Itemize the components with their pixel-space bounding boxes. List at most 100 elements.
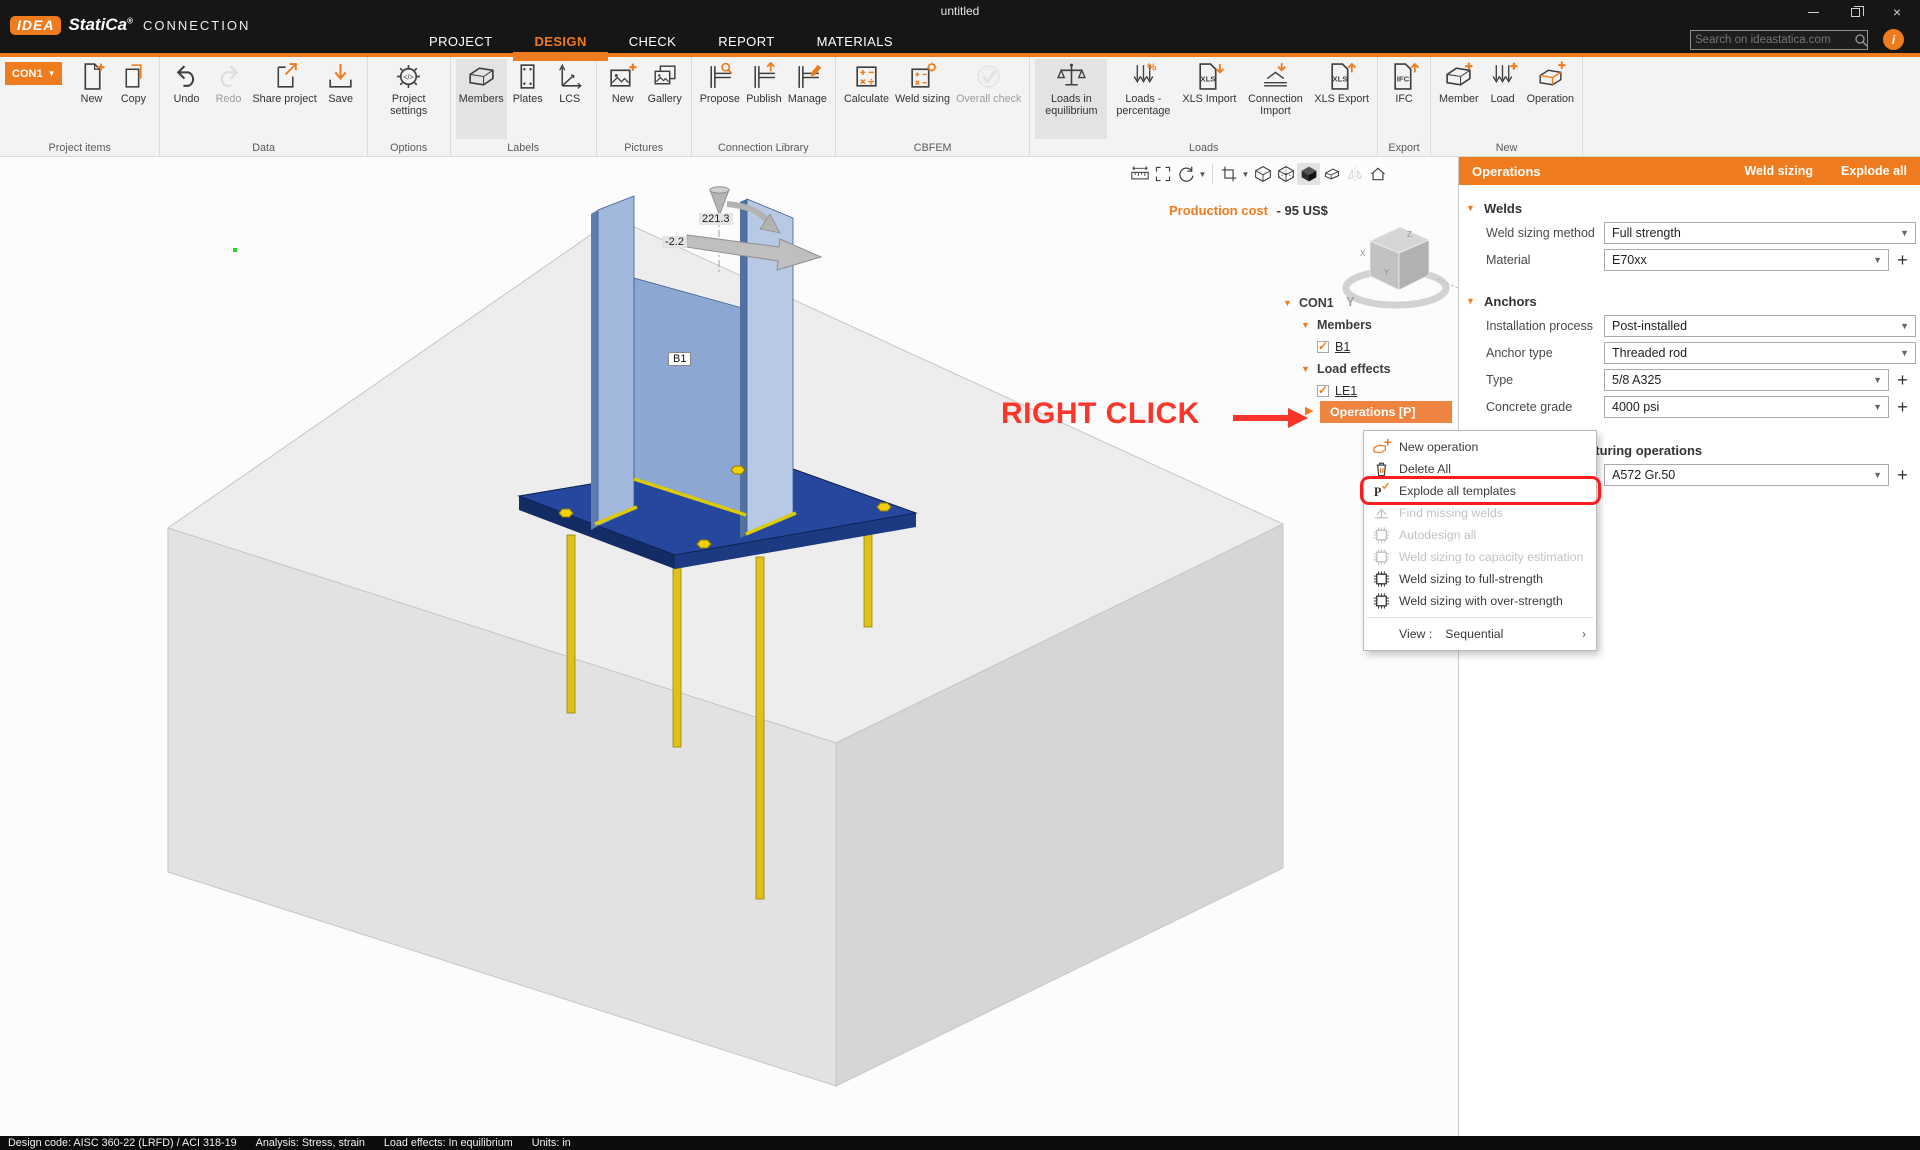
anchor-type-select[interactable]: Threaded rod▼ [1604, 342, 1916, 364]
menu-item-label: Find missing welds [1399, 506, 1503, 520]
calculate-button[interactable]: Calculate [841, 59, 892, 139]
crop-dropdown-icon[interactable]: ▼ [1240, 170, 1251, 179]
tab-design[interactable]: DESIGN [513, 26, 607, 57]
tree-node-load-effects[interactable]: ▼ Load effects [1301, 359, 1391, 379]
navigation-cube[interactable]: Z X Y Y [1346, 227, 1458, 309]
chevron-down-icon[interactable]: ▼ [1301, 320, 1317, 330]
explode-all-button[interactable]: Explode all [1841, 164, 1907, 178]
chevron-down-icon[interactable]: ▼ [1283, 298, 1299, 308]
clip-view-icon[interactable] [1320, 163, 1343, 185]
menu-item-view[interactable]: View : Sequential › [1364, 622, 1596, 646]
gallery-button[interactable]: Gallery [644, 59, 686, 139]
connection-import-button[interactable]: Connection Import [1239, 59, 1311, 139]
rotate-icon[interactable] [1174, 163, 1197, 185]
plates-button[interactable]: Plates [507, 59, 549, 139]
column-web[interactable] [634, 278, 746, 514]
tree-node-b1[interactable]: B1 [1317, 337, 1350, 357]
tree-le1-label[interactable]: LE1 [1335, 384, 1357, 398]
add-button[interactable]: + [1889, 249, 1916, 271]
rotate-dropdown-icon[interactable]: ▼ [1197, 170, 1208, 179]
weld-sizing-button[interactable]: Weld sizing [1744, 164, 1813, 178]
viewport-3d[interactable]: Z X Y Y ▼▼ Production cost - 95 US$ 221.… [0, 157, 1458, 1136]
close-button[interactable]: × [1876, 0, 1918, 24]
checkbox-checked-icon[interactable] [1317, 341, 1329, 353]
installation-process-select[interactable]: Post-installed▼ [1604, 315, 1916, 337]
weld-sizing-button[interactable]: Weld sizing [892, 59, 953, 139]
tree-load-effects-label[interactable]: Load effects [1317, 362, 1391, 376]
info-icon[interactable]: i [1883, 29, 1904, 50]
add-button[interactable]: + [1889, 369, 1916, 391]
new-button[interactable]: New [602, 59, 644, 139]
crop-icon[interactable] [1217, 163, 1240, 185]
menu-item-delete-all[interactable]: Delete All [1364, 458, 1596, 480]
ifc-button[interactable]: IFCIFC [1383, 59, 1425, 139]
model-3d-scene[interactable]: Z X Y Y [0, 157, 1458, 1136]
menu-item-new-operation[interactable]: New operation [1364, 436, 1596, 458]
menu-item-weld-sizing-with-over-strength[interactable]: Weld sizing with over-strength [1364, 590, 1596, 612]
xls-import-button[interactable]: XLSXLS Import [1179, 59, 1239, 139]
loads-in-equilibrium-button[interactable]: Loads in equilibrium [1035, 59, 1107, 139]
search-input[interactable] [1691, 34, 1853, 46]
menu-item-label: New operation [1399, 440, 1478, 454]
tree-node-members[interactable]: ▼ Members [1301, 315, 1372, 335]
con1-dropdown-button[interactable]: CON1▼ [5, 62, 62, 85]
chevron-down-icon[interactable]: ▼ [1301, 364, 1317, 374]
tab-report[interactable]: REPORT [697, 26, 795, 57]
add-button[interactable]: + [1889, 396, 1916, 418]
concrete-grade-select[interactable]: 4000 psi▼ [1604, 396, 1889, 418]
share-project-button[interactable]: Share project [249, 59, 319, 139]
save-button[interactable]: Save [320, 59, 362, 139]
ribbon-button-label: Project settings [376, 93, 442, 117]
section-header[interactable]: ▼Anchors [1459, 290, 1920, 312]
add-button[interactable]: + [1889, 464, 1916, 486]
tree-b1-label[interactable]: B1 [1335, 340, 1350, 354]
home-icon[interactable] [1366, 163, 1389, 185]
load-button[interactable]: Load [1482, 59, 1524, 139]
dimension-value-2[interactable]: -2.2 [662, 236, 687, 248]
tree-node-con1[interactable]: ▼ CON1 [1283, 293, 1334, 313]
manage-button[interactable]: Manage [785, 59, 830, 139]
tree-members-label[interactable]: Members [1317, 318, 1372, 332]
ribbon: CON1▼NewCopyProject itemsUndoRedoShare p… [0, 57, 1920, 157]
copy-button[interactable]: Copy [112, 59, 154, 139]
search-box[interactable] [1690, 30, 1868, 50]
xls-export-button[interactable]: XLSXLS Export [1311, 59, 1372, 139]
checkbox-checked-icon[interactable] [1317, 385, 1329, 397]
cube-wireframe-icon[interactable] [1251, 163, 1274, 185]
redo-button: Redo [207, 59, 249, 139]
lcs-button[interactable]: LCS [549, 59, 591, 139]
propose-button[interactable]: Propose [697, 59, 743, 139]
new-button[interactable]: New [70, 59, 112, 139]
type-select[interactable]: 5/8 A325▼ [1604, 369, 1889, 391]
material-select[interactable]: E70xx▼ [1604, 249, 1889, 271]
column-left-flange[interactable] [591, 196, 634, 530]
members-button[interactable]: Members [456, 59, 507, 139]
project-settings-button[interactable]: </>Project settings [373, 59, 445, 139]
dimension-value-1[interactable]: 221.3 [699, 213, 733, 225]
menu-item-weld-sizing-to-full-strength[interactable]: Weld sizing to full-strength [1364, 568, 1596, 590]
cube-hidden-lines-icon[interactable] [1274, 163, 1297, 185]
material-select[interactable]: A572 Gr.50▼ [1604, 464, 1889, 486]
loads-percentage-button[interactable]: %Loads - percentage [1107, 59, 1179, 139]
minimize-button[interactable] [1792, 0, 1834, 24]
tree-con1-label[interactable]: CON1 [1299, 296, 1334, 310]
tree-node-operations[interactable]: Operations [P] [1320, 401, 1452, 423]
tab-materials[interactable]: MATERIALS [796, 26, 914, 57]
weld-sizing-method-select[interactable]: Full strength▼ [1604, 222, 1916, 244]
member-button[interactable]: Member [1436, 59, 1482, 139]
member-label[interactable]: B1 [668, 352, 691, 366]
cube-solid-icon[interactable] [1297, 163, 1320, 185]
menu-item-explode-all-templates[interactable]: PExplode all templates [1364, 480, 1596, 502]
section-header[interactable]: ▼Welds [1459, 197, 1920, 219]
tree-node-le1[interactable]: LE1 [1317, 381, 1357, 401]
restore-button[interactable] [1834, 0, 1876, 24]
undo-button[interactable]: Undo [165, 59, 207, 139]
node-point[interactable] [233, 248, 237, 252]
tab-project[interactable]: PROJECT [408, 26, 513, 57]
operation-button[interactable]: Operation [1524, 59, 1577, 139]
ribbon-group-pictures: NewGalleryPictures [597, 57, 692, 156]
publish-button[interactable]: Publish [743, 59, 785, 139]
fit-view-icon[interactable] [1151, 163, 1174, 185]
tab-check[interactable]: CHECK [608, 26, 698, 57]
measure-icon[interactable] [1128, 163, 1151, 185]
